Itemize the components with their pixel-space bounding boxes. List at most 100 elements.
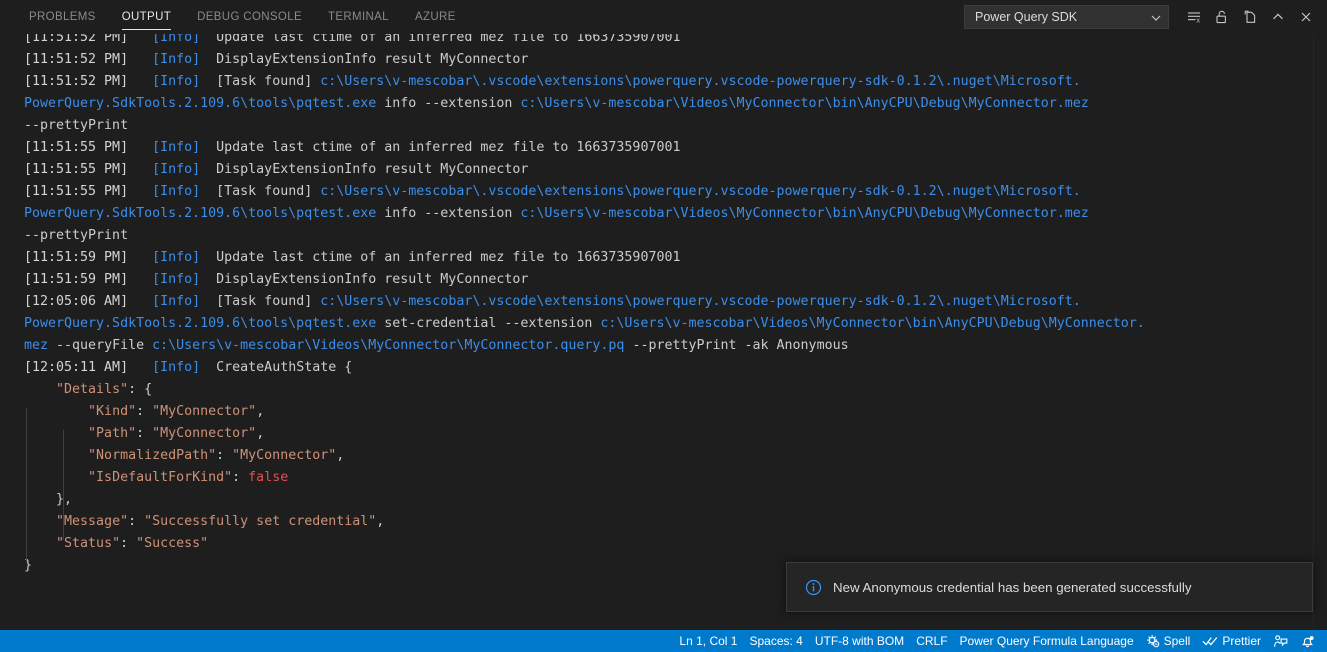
status-spell-checker[interactable]: Spell [1140,630,1197,652]
output-line-segment: --queryFile [48,338,153,353]
output-line-segment: , [376,514,385,529]
output-line-segment: [Task found] [200,74,321,89]
output-line-segment [24,404,88,419]
output-line: [11:51:59 PM] [Info] DisplayExtensionInf… [24,269,1313,291]
output-line-segment: "Details" [56,382,129,397]
panel-actions: Power Query SDK x [964,0,1327,34]
notification-toast[interactable]: New Anonymous credential has been genera… [786,562,1313,612]
output-line-segment: }, [24,492,73,507]
output-line-segment: "Message" [56,514,129,529]
close-panel-icon[interactable] [1293,4,1319,30]
status-prettier-label: Prettier [1222,634,1261,648]
output-line-segment: "MyConnector" [152,426,257,441]
indent-guide [26,408,27,562]
output-line-segment: [11:51:55 PM] [24,184,153,199]
notification-message: New Anonymous credential has been genera… [833,579,1192,595]
output-line: mez --queryFile c:\Users\v-mescobar\Vide… [24,335,1313,357]
output-line: "Status": "Success" [24,533,1313,555]
output-line-segment: [12:05:06 AM] [24,294,153,309]
status-language-mode[interactable]: Power Query Formula Language [954,630,1140,652]
clear-output-icon[interactable]: x [1181,4,1207,30]
panel-tabs: PROBLEMS OUTPUT DEBUG CONSOLE TERMINAL A… [0,0,469,34]
status-cursor-position[interactable]: Ln 1, Col 1 [673,630,743,652]
output-line-segment: [11:51:59 PM] [24,272,153,287]
tab-output[interactable]: OUTPUT [109,0,184,34]
output-line-segment: : { [128,382,153,397]
output-line: PowerQuery.SdkTools.2.109.6\tools\pqtest… [24,203,1313,225]
output-line-segment: [Info] [152,272,201,287]
output-line-segment: c:\Users\v-mescobar\Videos\MyConnector\b… [520,206,1089,221]
unlock-scroll-icon[interactable] [1209,4,1235,30]
output-line-segment: : [120,536,137,551]
output-line-segment: [Info] [152,294,201,309]
status-notifications[interactable] [1294,630,1321,652]
output-line-segment: "Status" [56,536,121,551]
output-line: [12:05:11 AM] [Info] CreateAuthState { [24,357,1313,379]
svg-text:x: x [1196,16,1200,24]
status-spell-checker-label: Spell [1163,634,1191,648]
output-line: "Kind": "MyConnector", [24,401,1313,423]
output-line-segment: c:\Users\v-mescobar\.vscode\extensions\p… [320,184,1081,199]
output-line-segment [24,514,56,529]
output-line-segment: [Info] [152,140,201,155]
open-in-editor-icon[interactable] [1237,4,1263,30]
status-cursor-position-label: Ln 1, Col 1 [679,634,738,648]
output-line: PowerQuery.SdkTools.2.109.6\tools\pqtest… [24,93,1313,115]
output-line-segment: info --extension [376,96,521,111]
output-line-segment: c:\Users\v-mescobar\.vscode\extensions\p… [320,294,1081,309]
output-line-segment: : [232,470,249,485]
collapse-panel-icon[interactable] [1265,4,1291,30]
output-line-segment: : [136,426,153,441]
output-line-segment: : [136,404,153,419]
status-line-endings[interactable]: CRLF [910,630,953,652]
output-scrollbar[interactable] [1313,34,1327,630]
output-line: --prettyPrint [24,225,1313,247]
status-encoding-label: UTF-8 with BOM [814,634,905,648]
status-encoding[interactable]: UTF-8 with BOM [809,630,910,652]
output-line-segment: [11:51:55 PM] [24,140,153,155]
status-prettier[interactable]: Prettier [1196,630,1267,652]
output-line-segment: DisplayExtensionInfo result MyConnector [200,162,529,177]
output-line: [11:51:52 PM] [Info] DisplayExtensionInf… [24,49,1313,71]
output-line-segment: [Task found] [200,294,321,309]
tab-terminal[interactable]: TERMINAL [315,0,402,34]
chevron-down-icon [1151,13,1161,22]
output-line-segment: Update last ctime of an inferred mez fil… [200,34,681,45]
info-circle-icon [805,579,822,596]
tab-problems[interactable]: PROBLEMS [16,0,109,34]
output-line-segment [24,448,88,463]
output-line: "IsDefaultForKind": false [24,467,1313,489]
output-line: --prettyPrint [24,115,1313,137]
output-line-segment: --prettyPrint [24,118,129,133]
output-line-segment: [12:05:11 AM] [24,360,153,375]
output-line-segment: [Info] [152,74,201,89]
tab-debug-console[interactable]: DEBUG CONSOLE [184,0,315,34]
output-line-segment [24,470,88,485]
output-channel-select[interactable]: Power Query SDK [964,5,1169,29]
output-line-segment: [11:51:55 PM] [24,162,153,177]
output-line-segment: --prettyPrint -ak Anonymous [624,338,849,353]
output-line-segment: "IsDefaultForKind" [88,470,233,485]
status-indentation[interactable]: Spaces: 4 [743,630,808,652]
status-feedback[interactable] [1267,630,1294,652]
panel-header: PROBLEMS OUTPUT DEBUG CONSOLE TERMINAL A… [0,0,1327,34]
output-line-segment: c:\Users\v-mescobar\Videos\MyConnector\b… [600,316,1145,331]
output-line-segment: "MyConnector" [232,448,337,463]
output-line: [11:51:52 PM] [Info] [Task found] c:\Use… [24,71,1313,93]
output-line: "NormalizedPath": "MyConnector", [24,445,1313,467]
output-line-segment: "MyConnector" [152,404,257,419]
output-log[interactable]: [11:51:52 PM] [Info] Update last ctime o… [0,34,1313,630]
output-line-segment: , [256,404,265,419]
output-line-segment: "Successfully set credential" [144,514,377,529]
output-line-segment: CreateAuthState { [200,360,353,375]
output-line-segment [24,536,56,551]
output-line: "Details": { [24,379,1313,401]
output-line-segment: PowerQuery.SdkTools.2.109.6\tools\pqtest… [24,96,377,111]
tab-azure[interactable]: AZURE [402,0,469,34]
output-line: "Path": "MyConnector", [24,423,1313,445]
output-line-segment: --prettyPrint [24,228,129,243]
status-line-endings-label: CRLF [916,634,948,648]
output-line-segment: c:\Users\v-mescobar\Videos\MyConnector\b… [520,96,1089,111]
output-line-segment: [11:51:52 PM] [24,74,153,89]
output-line-segment: "Success" [136,536,209,551]
